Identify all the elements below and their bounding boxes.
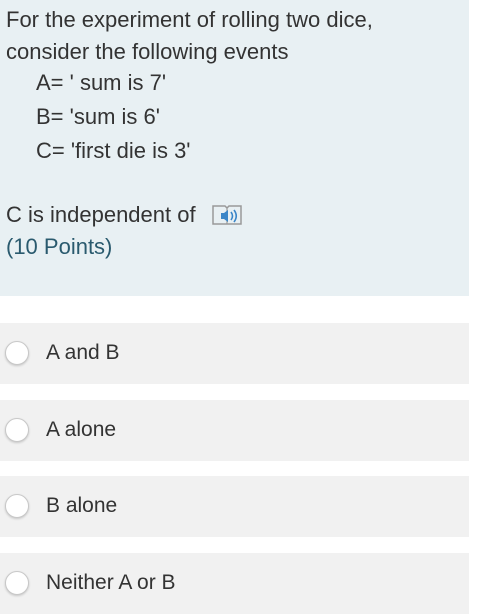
event-b: B= 'sum is 6' — [36, 104, 160, 129]
option-a-alone[interactable]: A alone — [0, 400, 469, 461]
event-a: A= ' sum is 7' — [36, 70, 167, 95]
event-c: C= 'first die is 3' — [36, 138, 191, 163]
option-label: Neither A or B — [46, 571, 176, 594]
option-label: B alone — [46, 494, 118, 517]
option-a-and-b[interactable]: A and B — [0, 323, 469, 384]
option-b-alone[interactable]: B alone — [0, 476, 469, 537]
immersive-reader-speaker-icon[interactable] — [210, 202, 244, 228]
option-label: A alone — [46, 418, 117, 441]
radio-button[interactable] — [5, 341, 29, 365]
question-line-2: consider the following events — [6, 39, 289, 64]
radio-button[interactable] — [5, 494, 29, 518]
radio-button[interactable] — [5, 571, 29, 595]
option-label: A and B — [46, 341, 120, 364]
question-card: For the experiment of rolling two dice, … — [0, 0, 469, 296]
question-prompt: C is independent of — [6, 200, 244, 230]
radio-button[interactable] — [5, 418, 29, 442]
option-neither-a-or-b[interactable]: Neither A or B — [0, 553, 469, 614]
points-label: (10 Points) — [6, 234, 113, 259]
question-line-1: For the experiment of rolling two dice, — [6, 7, 373, 32]
question-text: For the experiment of rolling two dice, … — [6, 4, 373, 68]
prompt-text: C is independent of — [6, 202, 196, 227]
